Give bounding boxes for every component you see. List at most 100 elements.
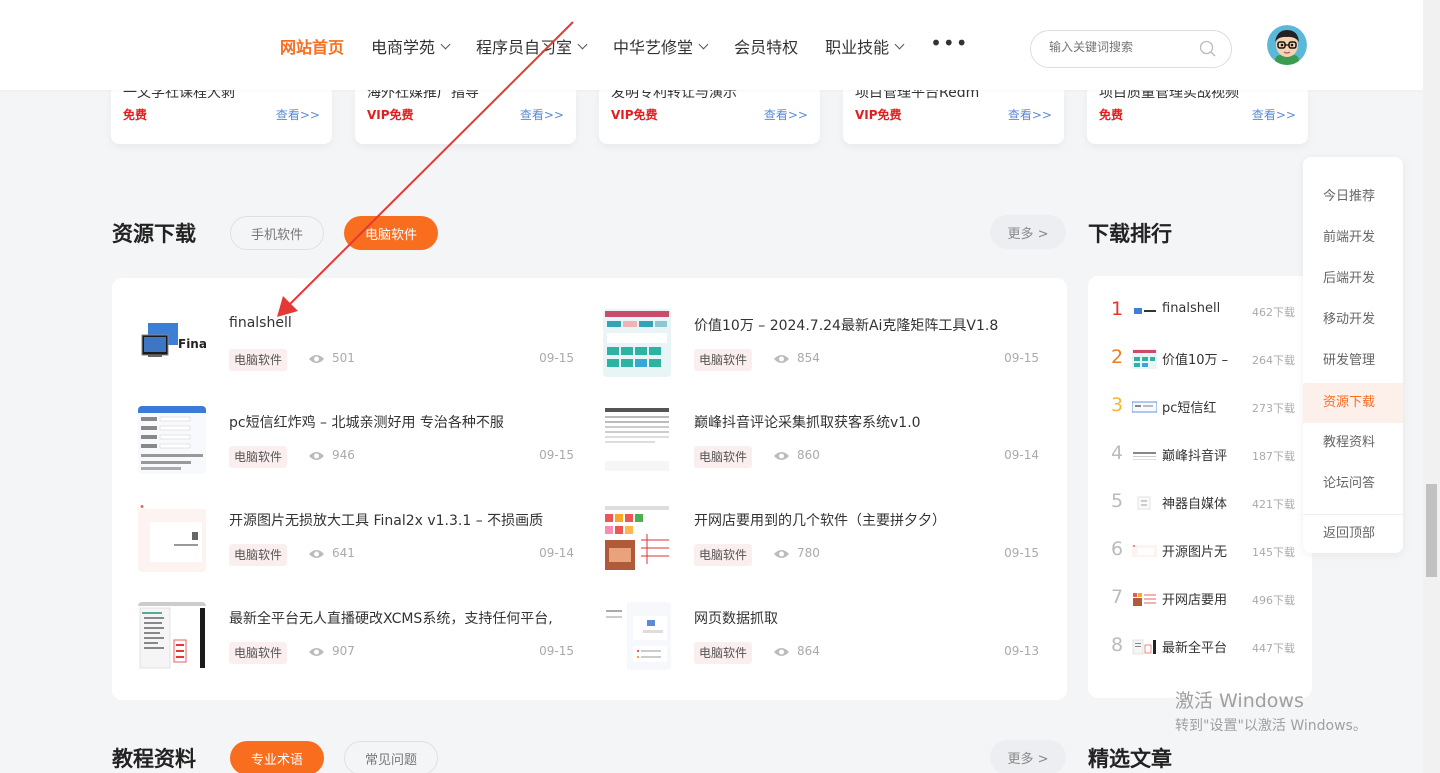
ranking-item-title[interactable]: 神器自媒体: [1162, 493, 1227, 512]
sidenav-item-forum[interactable]: 论坛问答: [1303, 464, 1403, 504]
sidenav-item-tutorial[interactable]: 教程资料: [1303, 423, 1403, 463]
resource-item-tag[interactable]: 电脑软件: [694, 642, 753, 664]
course-card-view-link[interactable]: 查看>>: [520, 106, 564, 123]
resource-item-title[interactable]: 价值10万 – 2024.7.24最新Ai克隆矩阵工具V1.8: [694, 315, 998, 335]
nav-home[interactable]: 网站首页: [280, 34, 344, 58]
ranking-item-title[interactable]: 价值10万 –: [1162, 349, 1228, 368]
nav-ecommerce[interactable]: 电商学苑: [371, 34, 451, 58]
resource-item[interactable]: Fina finalshell 电脑软件 501 09-15: [138, 309, 588, 379]
ranking-thumbnail: [1132, 541, 1157, 561]
rank-number: 1: [1110, 298, 1124, 320]
sidenav-item-rd-management[interactable]: 研发管理: [1303, 341, 1403, 381]
ranking-item[interactable]: 1 finalshell 462下载: [1108, 298, 1308, 324]
resource-item-tag[interactable]: 电脑软件: [229, 349, 288, 371]
ranking-thumbnail: [1132, 589, 1157, 609]
resource-item-title[interactable]: 开源图片无损放大工具 Final2x v1.3.1 – 不损画质: [229, 510, 543, 530]
user-avatar[interactable]: [1267, 25, 1307, 65]
course-card[interactable]: 发明专利转让与演示 VIP免费 查看>>: [599, 85, 820, 144]
ranking-item-title[interactable]: finalshell: [1162, 301, 1220, 316]
resource-more-button[interactable]: 更多 >: [990, 215, 1066, 249]
ranking-item[interactable]: 8 最新全平台 447下载: [1108, 634, 1308, 660]
course-card-view-link[interactable]: 查看>>: [1252, 106, 1296, 123]
sidenav-item-frontend[interactable]: 前端开发: [1303, 218, 1403, 258]
ranking-item[interactable]: 2 价值10万 – 264下载: [1108, 346, 1308, 372]
resource-item-tag[interactable]: 电脑软件: [694, 349, 753, 371]
page-scrollbar-track[interactable]: [1423, 0, 1440, 773]
tab-pc-software[interactable]: 电脑软件: [344, 216, 438, 250]
ranking-item-count: 264下载: [1252, 354, 1295, 367]
sidenav-item-resource-download[interactable]: 资源下载: [1303, 383, 1403, 423]
ranking-item[interactable]: 7 开网店要用 496下载: [1108, 586, 1308, 612]
search-icon[interactable]: [1199, 40, 1216, 57]
nav-arts[interactable]: 中华艺修堂: [613, 34, 709, 58]
windows-activation-watermark: 激活 Windows 转到"设置"以激活 Windows。: [1175, 686, 1367, 735]
sidenav-item-today[interactable]: 今日推荐: [1303, 177, 1403, 217]
resource-item-tag[interactable]: 电脑软件: [229, 642, 288, 664]
nav-vip[interactable]: 会员特权: [734, 34, 798, 58]
resource-item[interactable]: 价值10万 – 2024.7.24最新Ai克隆矩阵工具V1.8 电脑软件 854…: [603, 309, 1053, 379]
rank-number: 5: [1110, 490, 1124, 512]
resource-item[interactable]: 最新全平台无人直播硬改XCMS系统，支持任何平台, 电脑软件 907 09-15: [138, 602, 588, 672]
ranking-item[interactable]: 3 pc短信红 273下载: [1108, 394, 1308, 420]
resource-item-title[interactable]: 开网店要用到的几个软件（主要拼夕夕）: [694, 510, 946, 530]
sidenav-item-backend[interactable]: 后端开发: [1303, 259, 1403, 299]
chevron-down-icon: [440, 39, 451, 49]
resource-item-tag[interactable]: 电脑软件: [694, 446, 753, 468]
tab-faq[interactable]: 常见问题: [344, 741, 438, 773]
sidenav-item-mobile[interactable]: 移动开发: [1303, 300, 1403, 340]
tutorial-section-title: 教程资料: [112, 747, 196, 771]
resource-thumbnail: [138, 406, 206, 474]
tab-mobile-software[interactable]: 手机软件: [230, 216, 324, 250]
ranking-item-count: 145下载: [1252, 546, 1295, 559]
eye-icon: [774, 648, 789, 656]
resource-thumbnail: [138, 504, 206, 572]
course-card[interactable]: 项目质量管理实战视频 免费 查看>>: [1087, 85, 1308, 144]
ranking-item[interactable]: 4 巅峰抖音评 187下载: [1108, 442, 1308, 468]
resource-item-tag[interactable]: 电脑软件: [229, 446, 288, 468]
chevron-down-icon: [894, 39, 905, 49]
search-input[interactable]: [1049, 40, 1199, 54]
resource-item-title[interactable]: pc短信红炸鸡 – 北城亲测好用 专治各种不服: [229, 412, 504, 432]
tab-terminology[interactable]: 专业术语: [230, 741, 324, 773]
nav-programmer[interactable]: 程序员自习室: [476, 34, 588, 58]
course-card-view-link[interactable]: 查看>>: [1008, 106, 1052, 123]
ranking-item-title[interactable]: 开源图片无: [1162, 541, 1227, 560]
resource-item-date: 09-13: [1004, 644, 1039, 658]
nav-vip-label: 会员特权: [734, 38, 799, 57]
resource-item-title[interactable]: 网页数据抓取: [694, 608, 778, 628]
resource-item[interactable]: 开网店要用到的几个软件（主要拼夕夕） 电脑软件 780 09-15: [603, 504, 1053, 574]
ranking-item-title[interactable]: 巅峰抖音评: [1162, 445, 1227, 464]
ranking-item-title[interactable]: 最新全平台: [1162, 637, 1227, 656]
ranking-item-title[interactable]: pc短信红: [1162, 397, 1216, 416]
resource-item-date: 09-14: [539, 546, 574, 560]
resource-item-title[interactable]: 巅峰抖音评论采集抓取获客系统v1.0: [694, 412, 921, 432]
resource-item-title[interactable]: finalshell: [229, 315, 292, 331]
ranking-item[interactable]: 6 开源图片无 145下载: [1108, 538, 1308, 564]
course-card[interactable]: 项目管理平台Redm VIP免费 查看>>: [843, 85, 1064, 144]
ranking-item-title[interactable]: 开网店要用: [1162, 589, 1227, 608]
tutorial-more-button[interactable]: 更多 >: [990, 740, 1066, 773]
more-menu-icon[interactable]: •••: [930, 33, 968, 53]
screenshot-thumbnail: [603, 504, 671, 572]
resource-item[interactable]: 网页数据抓取 电脑软件 864 09-13: [603, 602, 1053, 672]
ranking-item-count: 447下载: [1252, 642, 1295, 655]
course-card[interactable]: 海外社媒推广指导 VIP免费 查看>>: [355, 85, 576, 144]
resource-item[interactable]: 开源图片无损放大工具 Final2x v1.3.1 – 不损画质 电脑软件 64…: [138, 504, 588, 574]
course-card-view-link[interactable]: 查看>>: [276, 106, 320, 123]
ranking-item[interactable]: 5 神器自媒体 421下载: [1108, 490, 1308, 516]
resource-thumbnail: Fina: [138, 309, 206, 377]
resource-item[interactable]: 巅峰抖音评论采集抓取获客系统v1.0 电脑软件 860 09-14: [603, 406, 1053, 476]
chevron-down-icon: [698, 39, 709, 49]
back-to-top-button[interactable]: 返回顶部: [1303, 514, 1403, 554]
ranking-item-count: 187下载: [1252, 450, 1295, 463]
course-card-view-link[interactable]: 查看>>: [764, 106, 808, 123]
ranking-item-count: 496下载: [1252, 594, 1295, 607]
page-scrollbar-thumb[interactable]: [1426, 484, 1437, 577]
resource-item-title[interactable]: 最新全平台无人直播硬改XCMS系统，支持任何平台,: [229, 608, 553, 628]
eye-icon: [309, 355, 324, 363]
resource-item-tag[interactable]: 电脑软件: [229, 544, 288, 566]
nav-skills[interactable]: 职业技能: [825, 34, 905, 58]
resource-item-tag[interactable]: 电脑软件: [694, 544, 753, 566]
resource-item[interactable]: pc短信红炸鸡 – 北城亲测好用 专治各种不服 电脑软件 946 09-15: [138, 406, 588, 476]
course-card[interactable]: 一文学社课程大剥 免费 查看>>: [111, 85, 332, 144]
